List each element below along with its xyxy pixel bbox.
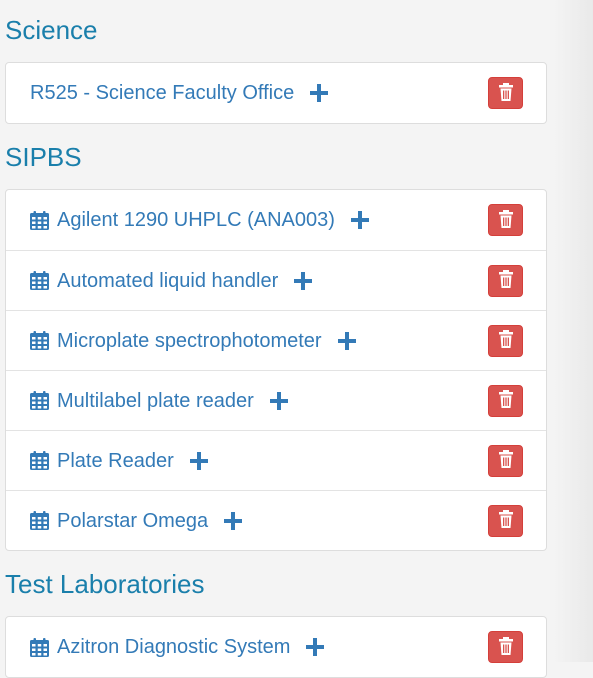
list-item: Automated liquid handler [6,250,546,310]
delete-button[interactable] [488,264,523,297]
trash-icon [498,390,513,411]
calendar-icon [30,391,49,410]
calendar-icon [30,637,49,657]
plus-icon[interactable] [306,638,325,656]
plus-icon[interactable] [224,511,243,530]
delete-button[interactable] [488,77,523,109]
delete-button[interactable] [488,384,523,417]
plus-icon[interactable] [337,331,356,350]
plus-icon[interactable] [269,391,288,410]
delete-button[interactable] [488,324,523,357]
trash-icon [498,82,513,104]
calendar-icon [30,271,49,290]
section-title-sipbs: SIPBS [5,142,82,172]
resource-link[interactable]: Multilabel plate reader [57,389,254,413]
resource-link[interactable]: Polarstar Omega [57,509,208,533]
list-item: Microplate spectrophotometer [6,310,546,370]
trash-icon [498,636,513,658]
list-item: Multilabel plate reader [6,370,546,430]
resource-link[interactable]: Plate Reader [57,449,174,473]
calendar-icon [30,331,49,350]
trash-icon [498,270,513,291]
delete-button[interactable] [488,444,523,477]
resource-link[interactable]: Automated liquid handler [57,269,278,293]
test-laboratories-panel: Azitron Diagnostic System [5,616,547,678]
resource-list: Science R525 - Science Faculty Office SI… [5,0,547,678]
trash-icon [498,510,513,531]
trash-icon [498,209,513,231]
calendar-icon [30,451,49,470]
delete-button[interactable] [488,631,523,663]
calendar-icon [30,511,49,530]
trash-icon [498,450,513,471]
list-item: Azitron Diagnostic System [6,617,546,677]
resource-link[interactable]: R525 - Science Faculty Office [30,81,294,105]
trash-icon [498,330,513,351]
page-edge-shade [553,0,593,662]
section-title-science: Science [5,15,98,45]
section-title-test-laboratories: Test Laboratories [5,569,205,599]
sipbs-panel: Agilent 1290 UHPLC (ANA003) Automated li… [5,189,547,551]
plus-icon[interactable] [350,211,369,229]
resource-link[interactable]: Azitron Diagnostic System [57,635,290,659]
delete-button[interactable] [488,504,523,537]
list-item: Agilent 1290 UHPLC (ANA003) [6,190,546,250]
resource-link[interactable]: Microplate spectrophotometer [57,329,322,353]
list-item: R525 - Science Faculty Office [6,63,546,123]
plus-icon[interactable] [294,271,313,290]
plus-icon[interactable] [310,84,329,102]
plus-icon[interactable] [189,451,208,470]
calendar-icon [30,210,49,230]
list-item: Polarstar Omega [6,490,546,550]
science-panel: R525 - Science Faculty Office [5,62,547,124]
list-item: Plate Reader [6,430,546,490]
delete-button[interactable] [488,204,523,236]
resource-link[interactable]: Agilent 1290 UHPLC (ANA003) [57,208,335,232]
